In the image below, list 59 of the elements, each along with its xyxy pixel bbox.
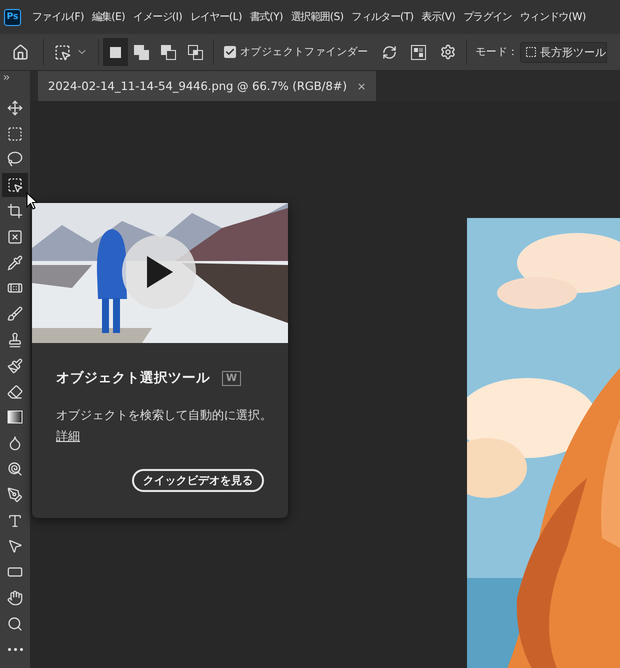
- document-title: 2024-02-14_11-14-54_9446.png @ 66.7% (RGB/8#): [48, 79, 347, 93]
- shortcut-key: W: [222, 370, 242, 386]
- search-icon: [7, 616, 23, 632]
- stamp-icon: [7, 332, 23, 348]
- quick-video-button[interactable]: クイックビデオを見る: [132, 469, 264, 492]
- move-icon: [7, 100, 23, 116]
- mode-dropdown[interactable]: 長方形ツール: [520, 42, 608, 62]
- gradient-icon: [7, 409, 23, 426]
- grid-icon: [411, 44, 426, 60]
- menu-item[interactable]: 編集(E): [92, 10, 126, 24]
- mode-value: 長方形ツール: [540, 44, 606, 60]
- type-icon: [7, 512, 23, 529]
- menu-item[interactable]: 選択範囲(S): [291, 10, 344, 24]
- lasso-icon: [7, 151, 23, 168]
- settings-icon: [440, 44, 456, 60]
- menu-item[interactable]: ファイル(F): [32, 10, 84, 24]
- hand-icon: [7, 590, 23, 606]
- menu-item[interactable]: フィルター(T): [352, 10, 414, 24]
- add-selection-icon: [134, 44, 149, 60]
- paintbrush-icon: [7, 358, 23, 374]
- marquee-icon: [7, 126, 23, 142]
- selection-mode-button[interactable]: [103, 38, 128, 66]
- intersect-selection-icon: [188, 44, 203, 60]
- document-tab[interactable]: 2024-02-14_11-14-54_9446.png @ 66.7% (RGB/8#) ×: [38, 71, 376, 101]
- tooltip-title: オブジェクト選択ツール: [56, 369, 210, 387]
- play-icon: [145, 256, 173, 288]
- details-link[interactable]: 詳細: [56, 429, 80, 443]
- more-icon: [8, 648, 22, 652]
- eraser-icon: [7, 384, 23, 400]
- menu-item[interactable]: ウィンドウ(W): [520, 10, 586, 24]
- menu-item[interactable]: レイヤー(L): [190, 10, 242, 24]
- close-tab-button[interactable]: ×: [356, 80, 366, 92]
- cursor-icon: [26, 192, 38, 210]
- app-logo[interactable]: Ps: [4, 8, 21, 26]
- menu-item[interactable]: 書式(Y): [250, 10, 284, 24]
- eyedropper-icon: [7, 254, 23, 271]
- object-finder-label: オブジェクトファインダー: [240, 45, 368, 59]
- object-select-icon: [54, 44, 71, 60]
- tool-button[interactable]: [2, 173, 28, 198]
- menu-item[interactable]: 表示(V): [422, 10, 456, 24]
- pointer-icon: [7, 538, 23, 554]
- expand-icon[interactable]: [2, 73, 11, 82]
- menu-item[interactable]: プラグイン: [463, 10, 512, 24]
- tooltip-description: オブジェクトを検索して自動的に選択。 詳細: [56, 407, 272, 445]
- pen-icon: [7, 486, 23, 503]
- menu-item[interactable]: イメージ(I): [133, 10, 182, 24]
- lollipop-icon: [7, 461, 23, 478]
- crop-icon: [7, 203, 23, 220]
- marquee-icon: [525, 46, 538, 58]
- frame-icon: [7, 228, 23, 245]
- subtract-selection-icon: [161, 44, 176, 60]
- object-finder-checkbox[interactable]: [224, 46, 236, 58]
- droplet-icon: [7, 435, 23, 452]
- mode-label: モード：: [475, 45, 518, 59]
- refresh-icon: [382, 44, 398, 60]
- new-selection-icon: [109, 46, 122, 58]
- home-icon: [12, 44, 29, 60]
- object-select-icon: [7, 177, 23, 194]
- brush-icon: [7, 306, 23, 322]
